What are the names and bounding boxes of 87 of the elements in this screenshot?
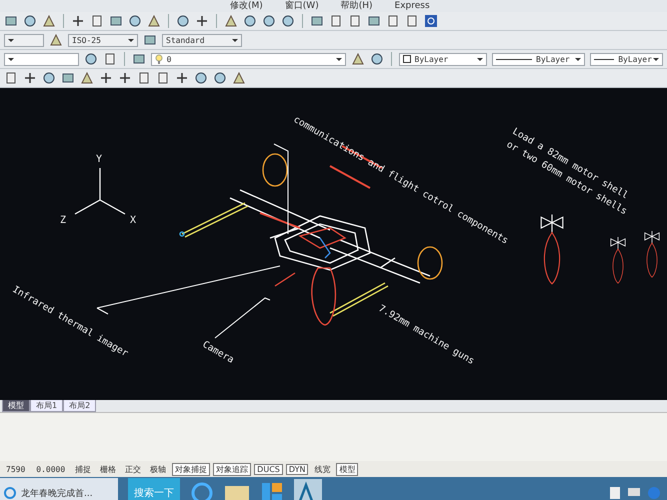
axis-label: X xyxy=(130,215,136,226)
status-toggle[interactable]: DUCS xyxy=(254,464,283,474)
toolbar-icon[interactable] xyxy=(23,71,37,85)
toolbar-icon[interactable] xyxy=(310,14,324,28)
app-icon[interactable] xyxy=(260,481,284,500)
toolbar-icon[interactable] xyxy=(49,33,63,47)
lineweight-dropdown[interactable]: ByLayer xyxy=(590,52,663,66)
linetype-value: ByLayer xyxy=(536,54,570,64)
toolbar-icon[interactable] xyxy=(128,14,142,28)
status-toggle[interactable]: 线宽 xyxy=(311,462,334,476)
toolbar-icon[interactable] xyxy=(176,14,190,28)
toolbar-icon[interactable] xyxy=(132,52,146,66)
workspace-dropdown[interactable] xyxy=(4,52,79,66)
toolbar-icon[interactable] xyxy=(109,14,123,28)
toolbar-icon[interactable] xyxy=(118,71,132,85)
taskbar-window-button[interactable]: 龙年春晚完成首... xyxy=(0,478,118,500)
status-toggle[interactable]: 对象捕捉 xyxy=(172,462,210,476)
toolbar-icon[interactable] xyxy=(42,14,56,28)
line-sample-icon xyxy=(496,58,532,60)
color-value: ByLayer xyxy=(414,54,448,64)
color-dropdown[interactable]: ByLayer xyxy=(398,52,488,66)
toolbar-icon[interactable] xyxy=(224,14,238,28)
layer-name: 0 xyxy=(166,54,172,64)
lineweight-value: ByLayer xyxy=(618,54,652,64)
toolbar-icon[interactable] xyxy=(281,14,295,28)
toolbar-icon[interactable] xyxy=(156,71,170,85)
menu-item[interactable]: 帮助(H) xyxy=(340,0,373,12)
cad-app-icon[interactable] xyxy=(294,479,322,500)
toolbar-icon[interactable] xyxy=(99,71,113,85)
toolbar-icon[interactable] xyxy=(84,52,98,66)
status-toggle[interactable]: 栅格 xyxy=(97,462,120,476)
toolbar-icon[interactable] xyxy=(370,52,384,66)
color-swatch-icon xyxy=(402,55,410,63)
toolbar-icon[interactable] xyxy=(194,71,208,85)
toolbar-icon[interactable] xyxy=(147,14,161,28)
status-toggle[interactable]: 模型 xyxy=(336,462,358,476)
toolbar-icon[interactable] xyxy=(71,14,85,28)
layout-tab[interactable]: 布局1 xyxy=(30,400,64,412)
mortar-shell-drawing xyxy=(644,230,660,278)
coordinate-readout: 0.0000 xyxy=(35,464,66,474)
toolbar-icon[interactable] xyxy=(262,14,276,28)
toolbar-icon[interactable] xyxy=(367,14,381,28)
layer-dropdown[interactable]: 0 xyxy=(150,52,346,66)
toolbar-icon[interactable] xyxy=(4,14,18,28)
status-toggle[interactable]: 对象追踪 xyxy=(213,462,252,476)
toolbar-icon[interactable] xyxy=(90,14,104,28)
toolbar-icon[interactable] xyxy=(61,71,75,85)
toolbar-icon[interactable] xyxy=(137,71,151,85)
status-toggle[interactable]: 捕捉 xyxy=(72,462,94,476)
text-style-dropdown[interactable]: Standard xyxy=(162,34,242,46)
toolbar-icon[interactable] xyxy=(175,71,189,85)
coordinate-readout: 7590 xyxy=(5,464,26,474)
axis-icon xyxy=(74,167,126,215)
toolbar-icon[interactable] xyxy=(4,71,18,85)
mortar-shell-drawing xyxy=(610,236,626,284)
toolbar-icon[interactable] xyxy=(102,52,117,66)
status-toggle[interactable]: DYN xyxy=(286,464,308,474)
toolbar-icon[interactable] xyxy=(195,14,209,28)
toolbar-icon[interactable] xyxy=(386,14,400,28)
menu-item[interactable]: 修改(M) xyxy=(230,0,263,12)
menu-item[interactable]: 窗口(W) xyxy=(284,0,319,12)
toolbar-icon[interactable] xyxy=(80,71,94,85)
status-toggle[interactable]: 极轴 xyxy=(147,462,170,476)
window-title: 龙年春晚完成首... xyxy=(21,488,93,500)
toolbar-icon[interactable] xyxy=(348,14,362,28)
layout-tab[interactable]: 模型 xyxy=(2,400,30,412)
toolbar-icon[interactable] xyxy=(42,71,56,85)
axis-label: Z xyxy=(60,215,66,226)
layout-tab[interactable]: 布局2 xyxy=(63,400,96,412)
document-icon[interactable] xyxy=(609,486,621,500)
mortar-shell-drawing xyxy=(540,214,564,284)
toolbar-icon[interactable] xyxy=(213,71,227,85)
toolbar-icon[interactable] xyxy=(329,14,343,28)
toolbar-icon[interactable] xyxy=(243,14,257,28)
toolbar-icon[interactable] xyxy=(405,14,419,28)
line-sample-icon xyxy=(594,58,614,60)
browser-icon xyxy=(3,486,17,500)
linetype-dropdown[interactable]: ByLayer xyxy=(492,52,586,66)
toolbar-icon[interactable] xyxy=(350,52,365,66)
lightbulb-icon[interactable] xyxy=(154,54,163,64)
toolbar-icon[interactable] xyxy=(143,33,157,47)
menu-item[interactable]: Express xyxy=(394,0,430,12)
axis-label: Y xyxy=(96,154,102,165)
toolbar-icon[interactable] xyxy=(232,71,246,85)
status-toggle[interactable]: 正交 xyxy=(122,462,144,476)
toolbar-icon[interactable] xyxy=(23,14,37,28)
dim-style-dropdown[interactable]: ISO-25 xyxy=(68,34,138,46)
